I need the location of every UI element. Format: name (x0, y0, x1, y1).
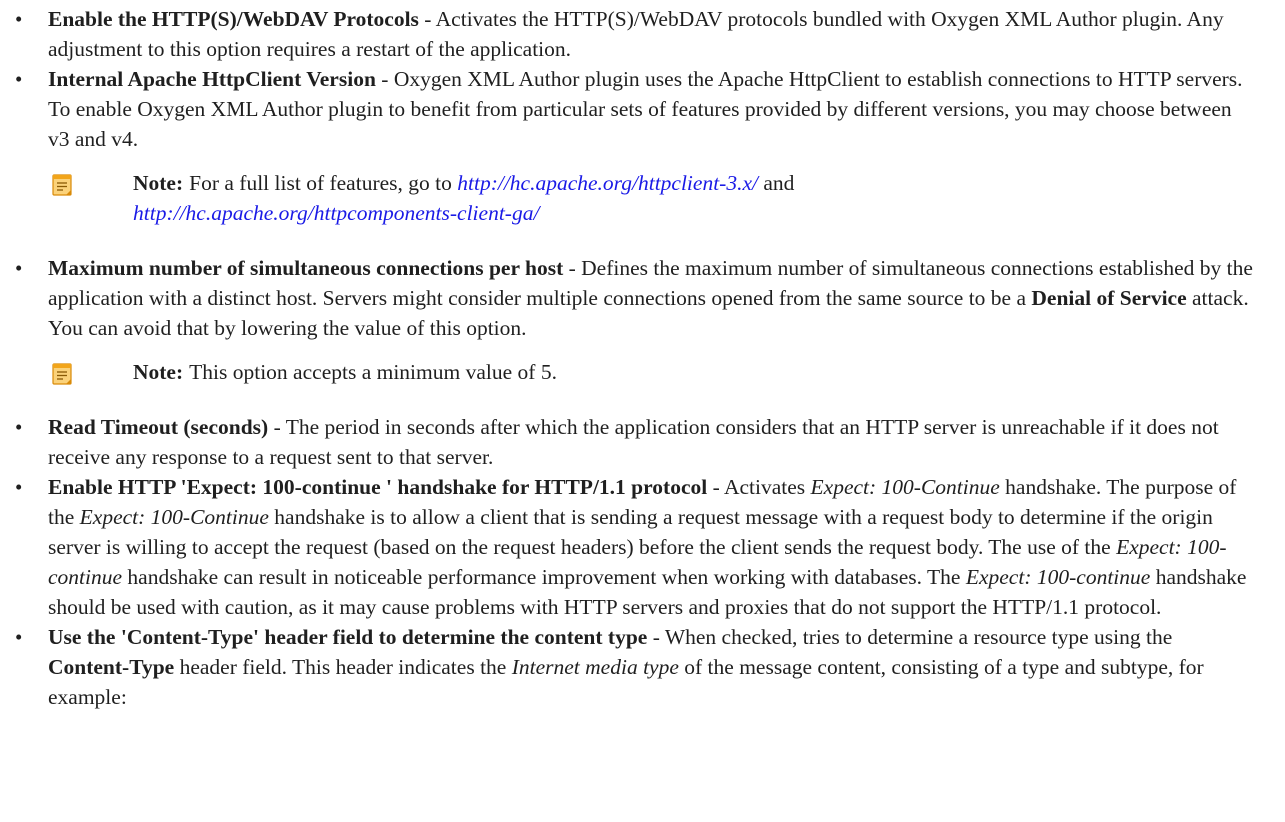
list-item: Enable the HTTP(S)/WebDAV Protocols - Ac… (15, 4, 1263, 64)
inline-italic: Expect: 100-Continue (79, 505, 269, 529)
inline-bold: Content-Type (48, 655, 175, 679)
option-term: Internal Apache HttpClient Version (48, 67, 376, 91)
note-icon (52, 363, 72, 385)
option-term: Enable the HTTP(S)/WebDAV Protocols (48, 7, 419, 31)
inline-italic: Expect: 100-continue (965, 565, 1151, 589)
list-item: Maximum number of simultaneous connectio… (15, 253, 1263, 387)
list-item: Read Timeout (seconds) - The period in s… (15, 412, 1263, 472)
inline-bold: Denial of Service (1031, 286, 1187, 310)
option-term: Read Timeout (seconds) (48, 415, 269, 439)
document-page: Enable the HTTP(S)/WebDAV Protocols - Ac… (0, 0, 1285, 822)
note-label: Note: (133, 360, 184, 384)
list-item: Internal Apache HttpClient Version - Oxy… (15, 64, 1263, 228)
link-httpclient-3[interactable]: http://hc.apache.org/httpclient-3.x/ (457, 171, 758, 195)
link-httpcomponents-client[interactable]: http://hc.apache.org/httpcomponents-clie… (133, 201, 539, 225)
note-block: Note: For a full list of features, go to … (48, 168, 1255, 228)
note-text: This option accepts a minimum value of 5… (189, 360, 557, 384)
list-item: Use the 'Content-Type' header field to d… (15, 622, 1263, 712)
option-term: Maximum number of simultaneous connectio… (48, 256, 564, 280)
note-text: For a full list of features, go to (189, 171, 458, 195)
note-icon (52, 174, 72, 196)
inline-italic: Internet media type (511, 655, 679, 679)
option-term: Use the 'Content-Type' header field to d… (48, 625, 648, 649)
inline-italic: Expect: 100-Continue (810, 475, 1000, 499)
note-label: Note: (133, 171, 184, 195)
options-list: Enable the HTTP(S)/WebDAV Protocols - Ac… (0, 4, 1263, 712)
list-item: Enable HTTP 'Expect: 100-continue ' hand… (15, 472, 1263, 622)
note-block: Note: This option accepts a minimum value… (48, 357, 1255, 387)
option-term: Enable HTTP 'Expect: 100-continue ' hand… (48, 475, 708, 499)
